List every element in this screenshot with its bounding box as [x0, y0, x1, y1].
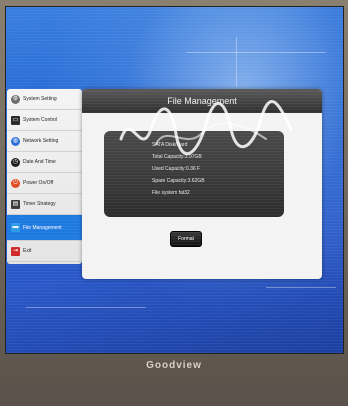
spare-capacity-text: Spare Capacity:3.62GB: [152, 178, 205, 184]
bezel-brand-logo: Goodview: [146, 360, 202, 371]
sidebar-item-label: System Setting: [23, 96, 57, 102]
sidebar-item-label: System Control: [23, 117, 58, 123]
sidebar-item-exit[interactable]: ⇥ Exit: [7, 241, 82, 262]
timer-icon: ▤: [11, 199, 20, 209]
settings-sidebar: ⚙ System Setting ▭ System Control ◍ Netw…: [7, 89, 82, 264]
format-button[interactable]: Format: [170, 231, 202, 247]
sidebar-item-date-and-time[interactable]: ◷ Date And Time: [7, 152, 82, 173]
sidebar-item-timer-strategy[interactable]: ▤ Timer Strategy: [7, 194, 82, 215]
sidebar-item-system-control[interactable]: ▭ System Control: [7, 110, 82, 131]
sidebar-item-network-setting[interactable]: ◍ Network Setting: [7, 131, 82, 152]
decorative-line: [236, 37, 237, 87]
screen-handwriting-scribble: [119, 100, 293, 156]
sidebar-item-system-setting[interactable]: ⚙ System Setting: [7, 89, 82, 110]
clock-icon: ◷: [11, 157, 20, 167]
screen: ⚙ System Setting ▭ System Control ◍ Netw…: [5, 6, 344, 354]
sidebar-item-label: Timer Strategy: [23, 201, 56, 207]
network-globe-icon: ◍: [11, 136, 20, 146]
sidebar-item-label: Date And Time: [23, 159, 56, 165]
sidebar-item-label: Power On/Off: [23, 180, 54, 186]
folder-icon: ▬: [11, 223, 20, 232]
sidebar-item-file-management[interactable]: ▬ File Management: [7, 215, 82, 241]
sidebar-item-label: Network Setting: [23, 138, 59, 144]
monitor-icon: ▭: [11, 115, 20, 125]
sidebar-item-label: Exit: [23, 248, 32, 254]
decorative-line: [26, 307, 146, 308]
gear-icon: ⚙: [11, 94, 20, 104]
exit-icon: ⇥: [11, 246, 20, 256]
file-system-text: File system fat32: [152, 190, 190, 196]
decorative-line: [266, 287, 336, 288]
sidebar-item-label: File Management: [23, 224, 62, 231]
sidebar-item-power-on-off[interactable]: ⏻ Power On/Off: [7, 173, 82, 194]
decorative-line: [186, 52, 326, 53]
monitor-frame: ⚙ System Setting ▭ System Control ◍ Netw…: [0, 0, 348, 406]
power-icon: ⏻: [11, 178, 20, 188]
